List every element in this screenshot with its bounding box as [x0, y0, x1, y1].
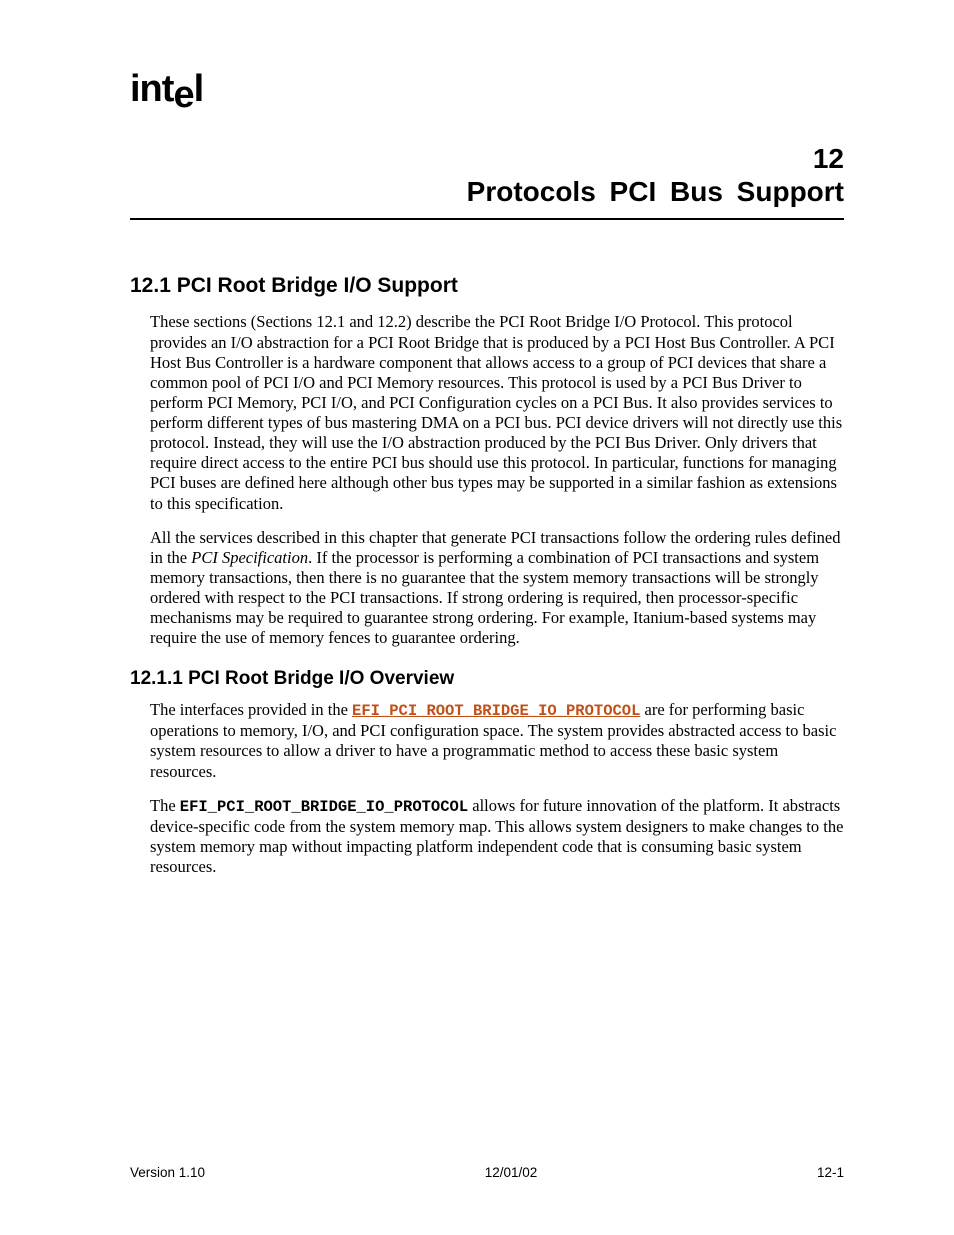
section-12-1-1-paragraph-1: The interfaces provided in the EFI_PCI_R… [150, 700, 844, 781]
chapter-title: Protocols PCI Bus Support [130, 175, 844, 209]
section-12-1-1-paragraph-2: The EFI_PCI_ROOT_BRIDGE_IO_PROTOCOL allo… [150, 796, 844, 877]
section-heading-12-1: 12.1 PCI Root Bridge I/O Support [130, 274, 844, 298]
section-heading-12-1-1: 12.1.1 PCI Root Bridge I/O Overview [130, 668, 844, 690]
chapter-number: 12 [130, 144, 844, 175]
pci-specification-reference: PCI Specification [191, 548, 308, 567]
section-12-1-paragraph-1: These sections (Sections 12.1 and 12.2) … [150, 312, 844, 513]
protocol-name: EFI_PCI_ROOT_BRIDGE_IO_PROTOCOL [180, 798, 468, 816]
text-fragment: The [150, 796, 180, 815]
footer-page-number: 12-1 [817, 1165, 844, 1180]
intel-logo: intel [130, 70, 844, 108]
page-footer: Version 1.10 12/01/02 12-1 [130, 1165, 844, 1180]
protocol-link[interactable]: EFI_PCI_ROOT_BRIDGE_IO_PROTOCOL [352, 702, 640, 720]
footer-date: 12/01/02 [485, 1165, 538, 1180]
chapter-header: 12 Protocols PCI Bus Support [130, 144, 844, 220]
section-12-1-paragraph-2: All the services described in this chapt… [150, 528, 844, 649]
text-fragment: The interfaces provided in the [150, 700, 352, 719]
footer-version: Version 1.10 [130, 1165, 205, 1180]
